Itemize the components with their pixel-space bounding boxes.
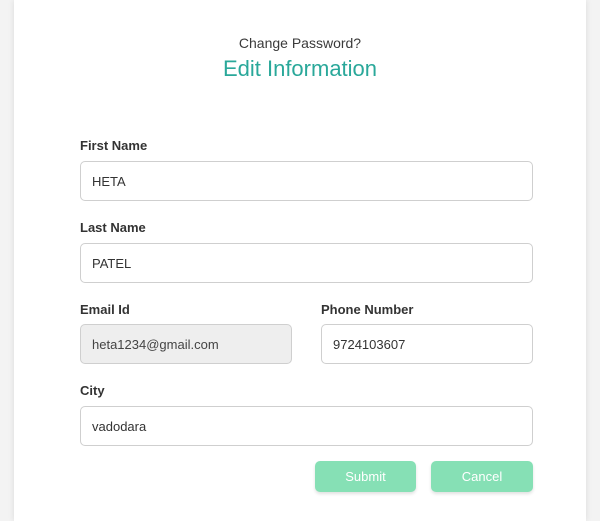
change-password-link[interactable]: Change Password? — [14, 35, 586, 51]
phone-number-input[interactable] — [321, 324, 533, 364]
last-name-label: Last Name — [80, 220, 146, 235]
phone-number-label: Phone Number — [321, 302, 414, 317]
page: Change Password? Edit Information First … — [0, 0, 600, 521]
city-input[interactable] — [80, 406, 533, 446]
first-name-label: First Name — [80, 138, 148, 153]
submit-button[interactable]: Submit — [315, 461, 416, 492]
email-label: Email Id — [80, 302, 130, 317]
last-name-input[interactable] — [80, 243, 533, 283]
cancel-button[interactable]: Cancel — [431, 461, 533, 492]
first-name-input[interactable] — [80, 161, 533, 201]
page-title: Edit Information — [222, 56, 378, 81]
city-label: City — [80, 383, 105, 398]
edit-information-card: Change Password? Edit Information First … — [14, 0, 586, 521]
email-input — [80, 324, 292, 364]
